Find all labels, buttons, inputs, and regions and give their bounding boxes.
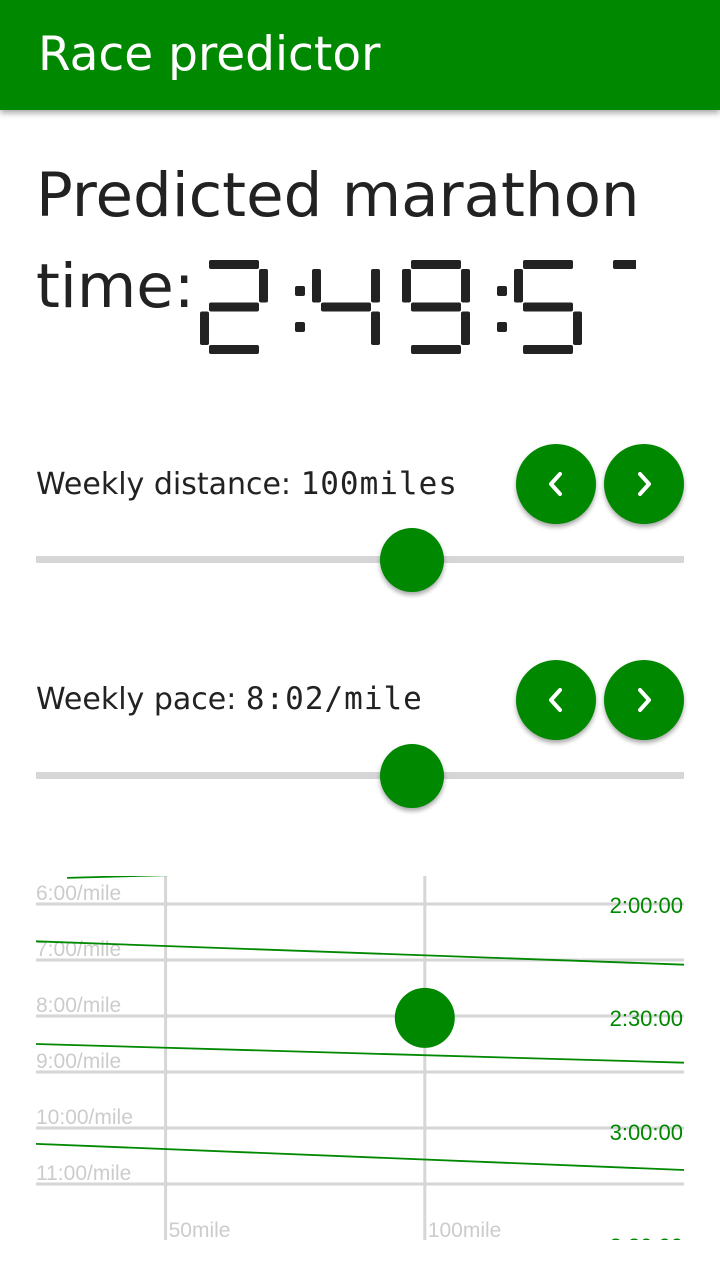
predicted-time-display (196, 256, 672, 365)
lcd-colon-dot (295, 322, 305, 332)
pace-decrease-button[interactable] (516, 660, 596, 740)
chart-current-point[interactable] (394, 987, 455, 1048)
prediction-label-line2: time: (36, 251, 195, 322)
chart-y-tick-label: 9:00/mile (36, 1050, 121, 1073)
lcd-segment (259, 269, 268, 303)
distance-decrease-button[interactable] (516, 444, 596, 524)
distance-value: 100miles (300, 466, 458, 502)
distance-label-row: Weekly distance: 100miles (36, 466, 458, 503)
lcd-colon-dot (497, 286, 507, 296)
chevron-right-icon (638, 472, 651, 496)
chart-x-tick-label: 100mile (428, 1219, 502, 1240)
lcd-segment (371, 269, 380, 303)
lcd-segment (461, 311, 470, 345)
pace-slider-thumb[interactable] (379, 744, 444, 808)
pace-slider-track[interactable] (36, 772, 684, 779)
chart-y-tick-label: 11:00/mile (36, 1162, 131, 1185)
lcd-segment (371, 311, 380, 345)
lcd-colon-dot (497, 322, 507, 332)
lcd-segment (411, 302, 461, 312)
chart-time-label: 3:30:00 (610, 1234, 683, 1240)
app-bar: Race predictor (0, 0, 720, 110)
chart-time-label: 3:00:00 (610, 1120, 683, 1145)
lcd-segment (523, 260, 573, 269)
lcd-segment (200, 311, 209, 345)
chart-x-tick-label: 50mile (169, 1219, 231, 1240)
app-title: Race predictor (38, 27, 381, 82)
chart-series-line (67, 861, 659, 879)
lcd-colon-dot (295, 286, 305, 296)
lcd-segment (613, 260, 663, 269)
prediction-chart[interactable]: 6:00/mile 7:00/mile 8:00/mile 9:00/mile 10:0… (35, 861, 685, 1279)
pace-label-row: Weekly pace: 8:02/mile (36, 681, 423, 718)
lcd-segment (209, 260, 259, 269)
lcd-time-digits (200, 260, 672, 354)
distance-label: Weekly distance: (36, 467, 292, 502)
distance-slider-track[interactable] (36, 556, 684, 563)
distance-increase-button[interactable] (604, 444, 684, 524)
pace-label: Weekly pace: (36, 682, 237, 717)
chart-series-line (35, 1142, 685, 1171)
lcd-segment (523, 345, 573, 354)
lcd-segment (209, 302, 259, 312)
lcd-segment (209, 345, 259, 354)
chart-y-tick-label: 8:00/mile (36, 994, 121, 1017)
prediction-label-line1: Predicted marathon (36, 160, 640, 231)
lcd-segment (461, 269, 470, 303)
prediction-chart-svg[interactable]: 6:00/mile7:00/mile8:00/mile9:00/mile10:0… (35, 861, 685, 1279)
distance-slider-thumb[interactable] (379, 528, 444, 592)
chart-series-line (35, 1043, 685, 1064)
chart-time-label: 2:00:00 (610, 893, 683, 918)
lcd-segment (523, 302, 573, 312)
chart-y-tick-label: 10:00/mile (36, 1106, 133, 1129)
chevron-right-icon (638, 688, 651, 712)
pace-increase-button[interactable] (604, 660, 684, 740)
chevron-left-icon (549, 472, 562, 496)
chart-time-label: 2:30:00 (610, 1006, 683, 1031)
lcd-segment (321, 302, 371, 312)
lcd-segment (514, 269, 523, 303)
chart-y-tick-label: 6:00/mile (36, 882, 121, 905)
chevron-left-icon (549, 688, 562, 712)
lcd-segment (411, 345, 461, 354)
lcd-segment (573, 311, 582, 345)
lcd-segment (312, 269, 321, 303)
pace-value: 8:02/mile (245, 681, 423, 717)
lcd-segment (411, 260, 461, 269)
lcd-segment (402, 269, 411, 303)
